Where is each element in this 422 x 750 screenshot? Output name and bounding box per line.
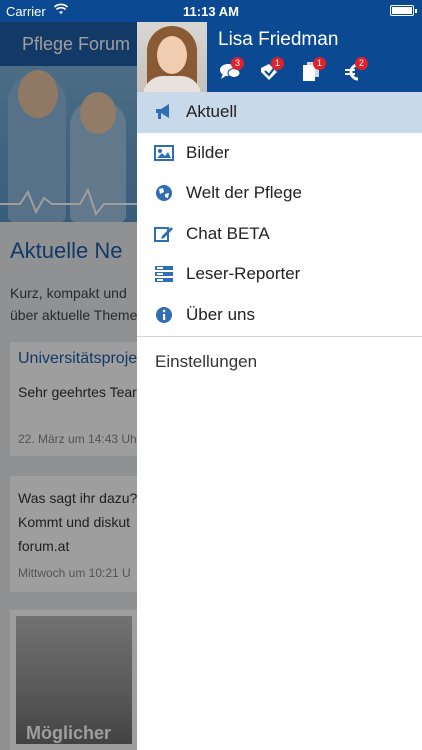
avatar[interactable] <box>137 22 207 92</box>
menu-item-welt-der-pflege[interactable]: Welt der Pflege <box>137 173 422 214</box>
menu-item-chat[interactable]: Chat BETA <box>137 214 422 255</box>
menu-label: Bilder <box>186 142 230 162</box>
image-icon <box>154 144 174 161</box>
tags-badge[interactable]: 1 <box>259 57 289 86</box>
status-bar: Carrier 11:13 AM <box>0 0 422 22</box>
side-drawer: Lisa Friedman 3 1 1 2 Aktuell Bilder Wel… <box>137 0 422 750</box>
drawer-header: Lisa Friedman 3 1 1 2 <box>137 22 422 92</box>
news-icon <box>155 266 173 282</box>
clock: 11:13 AM <box>183 4 239 19</box>
menu-item-einstellungen[interactable]: Einstellungen <box>155 352 257 372</box>
menu-item-bilder[interactable]: Bilder <box>137 133 422 174</box>
menu-label: Aktuell <box>186 102 238 122</box>
menu-label: Chat BETA <box>186 223 270 243</box>
documents-badge[interactable]: 1 <box>301 57 331 86</box>
info-icon <box>156 306 172 323</box>
battery-icon <box>390 5 417 16</box>
messages-badge[interactable]: 3 <box>219 57 249 86</box>
globe-icon <box>156 185 172 201</box>
user-name: Lisa Friedman <box>218 29 339 50</box>
badge-count: 2 <box>355 57 368 70</box>
payments-badge[interactable]: 2 <box>343 57 373 86</box>
menu-label: Leser-Reporter <box>186 264 301 284</box>
menu-item-leser-reporter[interactable]: Leser-Reporter <box>137 254 422 295</box>
menu-item-ueber-uns[interactable]: Über uns <box>137 295 422 336</box>
badge-count: 1 <box>313 57 326 70</box>
menu-label: Welt der Pflege <box>186 183 302 203</box>
drawer-menu: Aktuell Bilder Welt der Pflege Chat BETA <box>137 92 422 335</box>
edit-icon <box>154 226 173 242</box>
badge-count: 3 <box>231 57 244 70</box>
menu-divider <box>137 336 422 337</box>
menu-item-aktuell[interactable]: Aktuell <box>137 92 422 133</box>
megaphone-icon <box>156 104 169 119</box>
badge-count: 1 <box>271 57 284 70</box>
menu-label: Über uns <box>186 304 255 324</box>
